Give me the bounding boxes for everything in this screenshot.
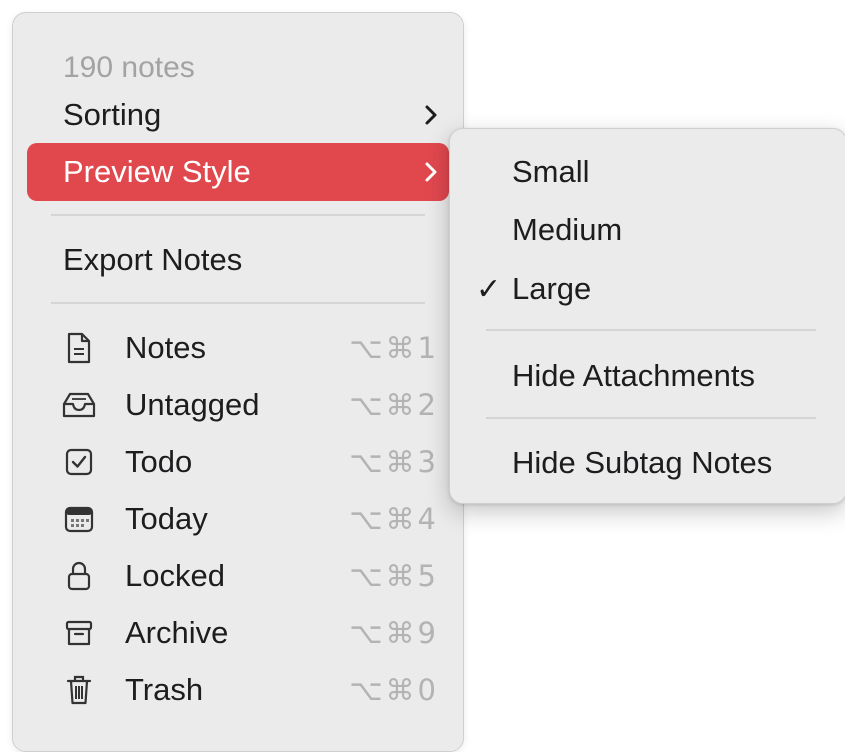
- submenu-item-small-label: Small: [512, 154, 590, 189]
- submenu-item-hide-attachments-label: Hide Attachments: [512, 358, 755, 393]
- document-icon: [61, 330, 97, 366]
- checkbox-icon: [61, 444, 97, 480]
- submenu-item-medium-label: Medium: [512, 212, 623, 247]
- keyboard-shortcut: ⌥⌘2: [349, 388, 439, 422]
- submenu-item-small[interactable]: Small: [512, 144, 832, 200]
- submenu-item-medium[interactable]: Medium: [512, 202, 832, 258]
- submenu-item-large-label: Large: [512, 271, 592, 306]
- menu-item-export-notes-label: Export Notes: [63, 242, 243, 277]
- menu-divider: [486, 417, 816, 419]
- keyboard-shortcut: ⌥⌘0: [349, 673, 439, 707]
- inbox-tray-icon: [61, 387, 97, 423]
- submenu-item-hide-subtag-notes[interactable]: Hide Subtag Notes: [512, 435, 832, 491]
- menu-divider: [51, 302, 425, 304]
- menu-item-export-notes[interactable]: Export Notes: [63, 232, 443, 288]
- lock-icon: [61, 558, 97, 594]
- library-item-label: Today: [125, 501, 208, 536]
- library-item-notes[interactable]: Notes ⌥⌘1: [61, 320, 443, 376]
- library-item-todo[interactable]: Todo ⌥⌘3: [61, 434, 443, 490]
- calendar-icon: [61, 501, 97, 537]
- keyboard-shortcut: ⌥⌘3: [349, 445, 439, 479]
- library-item-label: Archive: [125, 615, 229, 650]
- chevron-right-icon: [425, 105, 437, 125]
- library-item-archive[interactable]: Archive ⌥⌘9: [61, 605, 443, 661]
- library-item-locked[interactable]: Locked ⌥⌘5: [61, 548, 443, 604]
- checkmark-icon: ✓: [476, 271, 502, 307]
- menu-item-sorting[interactable]: Sorting: [63, 87, 443, 143]
- archive-box-icon: [61, 615, 97, 651]
- keyboard-shortcut: ⌥⌘4: [349, 502, 439, 536]
- keyboard-shortcut: ⌥⌘1: [349, 331, 439, 365]
- library-item-label: Todo: [125, 444, 193, 479]
- submenu-item-large[interactable]: Large: [512, 261, 832, 317]
- menu-divider: [486, 329, 816, 331]
- library-item-label: Notes: [125, 330, 206, 365]
- menu-item-preview-style[interactable]: Preview Style: [63, 144, 443, 200]
- library-item-label: Trash: [125, 672, 204, 707]
- library-item-untagged[interactable]: Untagged ⌥⌘2: [61, 377, 443, 433]
- menu-item-preview-style-label: Preview Style: [63, 154, 251, 189]
- submenu-item-hide-subtag-notes-label: Hide Subtag Notes: [512, 445, 773, 480]
- trash-icon: [61, 672, 97, 708]
- keyboard-shortcut: ⌥⌘9: [349, 616, 439, 650]
- library-item-today[interactable]: Today ⌥⌘4: [61, 491, 443, 547]
- submenu-item-hide-attachments[interactable]: Hide Attachments: [512, 348, 832, 404]
- note-count: 190 notes: [63, 51, 195, 84]
- keyboard-shortcut: ⌥⌘5: [349, 559, 439, 593]
- library-item-label: Locked: [125, 558, 225, 593]
- library-item-trash[interactable]: Trash ⌥⌘0: [61, 662, 443, 718]
- chevron-right-icon: [425, 162, 437, 182]
- menu-divider: [51, 214, 425, 216]
- menu-item-sorting-label: Sorting: [63, 97, 162, 132]
- main-context-menu: 190 notes Sorting Preview Style Export N…: [12, 12, 464, 752]
- library-item-label: Untagged: [125, 387, 260, 422]
- preview-style-submenu: Small Medium ✓ Large Hide Attachments Hi…: [449, 128, 845, 504]
